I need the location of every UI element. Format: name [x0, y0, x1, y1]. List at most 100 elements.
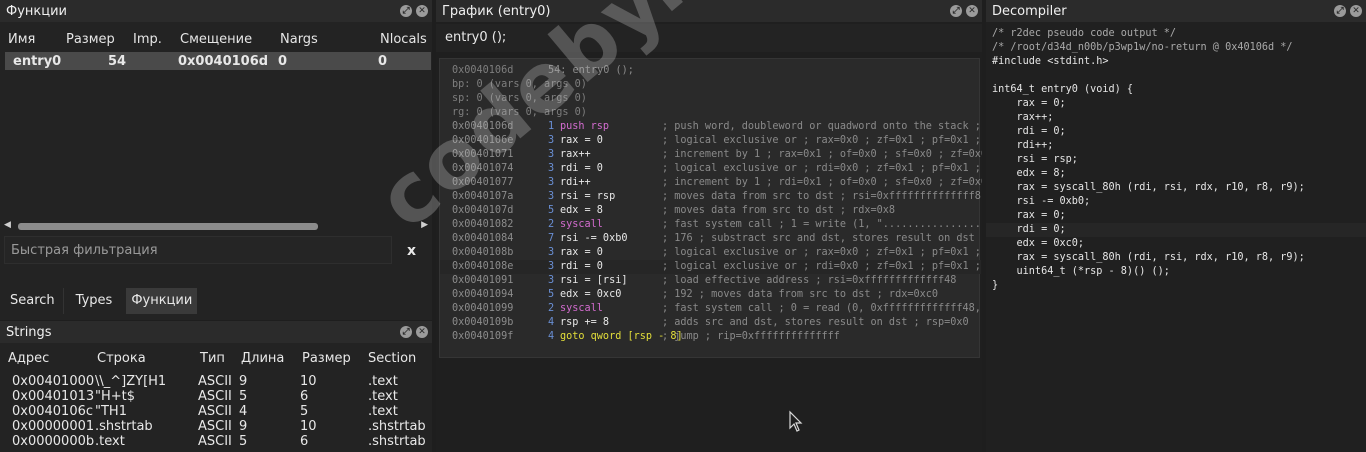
graph-node[interactable]: 0x0040106d 54: entry0 (); bp: 0 (vars 0, a…	[439, 58, 982, 358]
asm-size: 4	[548, 317, 555, 328]
asm-line[interactable]: 0x00401074 3 rdi = 0 ; logical exclusive or…	[440, 162, 981, 176]
asm-size: 3	[548, 149, 555, 160]
table-row[interactable]: entry0 54 0x0040106d 0 0	[5, 52, 431, 70]
asm-size: 4	[548, 331, 555, 342]
decompiler-code[interactable]: /* r2dec pseudo code output */ /* /root/d…	[992, 27, 1305, 293]
asm-comment: ; logical exclusive or ; rdi=0x0 ; zf=0x…	[662, 261, 981, 272]
filter-clear-button[interactable]: x	[407, 243, 416, 259]
col-name[interactable]: Имя	[8, 32, 35, 47]
asm-comment: ; moves data from src to dst ; rsi=0xfff…	[662, 191, 981, 202]
table-cell: 6	[300, 389, 309, 404]
asm-size: 3	[548, 261, 555, 272]
float-icon[interactable]: ⤢	[400, 326, 412, 338]
asm-line[interactable]: 0x00401084 7 rsi -= 0xb0 ; 176 ; substract …	[440, 232, 982, 246]
asm-line[interactable]: 0x0040106e 3 rax = 0 ; logical exclusive or…	[440, 134, 981, 148]
graph-header-addr: rg: 0 (vars 0, args 0)	[452, 107, 587, 118]
table-row[interactable]: 0x0000000b .text ASCII 5 6 .shstrtab	[0, 434, 432, 449]
close-icon[interactable]: ✕	[966, 5, 978, 17]
col-offset[interactable]: Смещение	[180, 32, 252, 47]
code-line: rax = 0;	[992, 210, 1066, 221]
asm-comment: ; push word, doubleword or quadword onto…	[662, 121, 981, 132]
asm-address: 0x0040109f	[452, 331, 514, 342]
asm-address: 0x0040108b	[452, 247, 514, 258]
asm-address: 0x00401082	[452, 219, 514, 230]
asm-comment: ; adds src and dst, stores result on dst…	[662, 317, 969, 328]
asm-comment: ; jump ; rip=0xffffffffffffff	[662, 331, 840, 342]
float-icon[interactable]: ⤢	[1334, 5, 1346, 17]
asm-size: 3	[548, 247, 555, 258]
scrollbar-thumb[interactable]	[18, 223, 318, 230]
code-line: uint64_t (*rsp - 8)() ();	[992, 266, 1170, 277]
code-line: rax = syscall_80h (rdi, rsi, rdx, r10, r…	[992, 252, 1305, 263]
asm-comment: ; 176 ; substract src and dst, stores re…	[662, 233, 982, 244]
asm-address: 0x0040107a	[452, 191, 514, 202]
asm-line[interactable]: 0x00401071 3 rax++ ; increment by 1 ; rax=0…	[440, 148, 982, 162]
col-length[interactable]: Длина	[241, 351, 284, 366]
asm-line[interactable]: 0x00401091 3 rsi = [rsi] ; load effective a…	[440, 274, 981, 288]
tab-search[interactable]: Search	[4, 288, 61, 314]
asm-line[interactable]: 0x0040107a 3 rsi = rsp ; moves data from sr…	[440, 190, 981, 204]
strings-panel: Strings ⤢ ✕ Адрес Строка Тип Длина Размер…	[0, 321, 432, 452]
asm-line[interactable]: 0x0040108e 3 rdi = 0 ; logical exclusive or…	[440, 260, 981, 274]
filter-placeholder: Быстрая фильтрация	[11, 243, 158, 258]
cell-offset: 0x0040106d	[178, 53, 269, 69]
col-string[interactable]: Строка	[97, 351, 146, 366]
tab-types[interactable]: Types	[62, 288, 125, 314]
horizontal-scrollbar[interactable]: ◀ ▶	[4, 220, 430, 232]
tab-functions[interactable]: Функции	[126, 288, 198, 314]
code-line: /* /root/d34d_n00b/p3wp1w/no-return @ 0x…	[992, 42, 1293, 53]
close-icon[interactable]: ✕	[416, 5, 428, 17]
asm-comment: ; load effective address ; rsi=0xfffffff…	[662, 275, 957, 286]
asm-line[interactable]: 0x0040109b 4 rsp += 8 ; adds src and dst, s…	[440, 316, 981, 330]
col-address[interactable]: Адрес	[8, 351, 49, 366]
table-row[interactable]: 0x00401013 "H+t$ ASCII 5 6 .text	[0, 389, 432, 404]
asm-line[interactable]: 0x0040107d 5 edx = 8 ; moves data from src …	[440, 204, 981, 218]
col-imp[interactable]: Imp.	[133, 32, 162, 47]
col-section[interactable]: Section	[368, 351, 416, 366]
scroll-left-icon[interactable]: ◀	[4, 220, 11, 230]
asm-size: 2	[548, 219, 555, 230]
asm-size: 7	[548, 233, 555, 244]
col-size[interactable]: Размер	[66, 32, 115, 47]
code-line: rdi++;	[992, 140, 1054, 151]
functions-titlebar: Функции ⤢ ✕	[0, 0, 432, 22]
asm-line[interactable]: 0x00401077 3 rdi++ ; increment by 1 ; rdi=0…	[440, 176, 982, 190]
float-icon[interactable]: ⤢	[950, 5, 962, 17]
asm-line[interactable]: 0x00401094 5 edx = 0xc0 ; 192 ; moves data …	[440, 288, 981, 302]
col-nlocals[interactable]: Nlocals	[380, 32, 427, 47]
table-row[interactable]: 0x00000001 .shstrtab ASCII 9 10 .shstrtab	[0, 419, 432, 434]
close-icon[interactable]: ✕	[416, 326, 428, 338]
asm-line[interactable]: 0x0040108b 3 rax = 0 ; logical exclusive or…	[440, 246, 981, 260]
asm-instruction: syscall	[560, 219, 603, 230]
close-icon[interactable]: ✕	[1350, 5, 1362, 17]
col-type[interactable]: Тип	[200, 351, 225, 366]
decompiler-title: Decompiler	[992, 3, 1067, 19]
code-line: rax = 0;	[992, 98, 1066, 109]
float-icon[interactable]: ⤢	[400, 5, 412, 17]
table-row[interactable]: 0x00401000 \\_^]ZY[H1 ASCII 9 10 .text	[0, 374, 432, 389]
graph-header-addr: sp: 0 (vars 0, args 0)	[452, 93, 587, 104]
scroll-right-icon[interactable]: ▶	[421, 220, 428, 230]
col-size[interactable]: Размер	[302, 351, 351, 366]
asm-line[interactable]: 0x0040106d 1 push rsp ; push word, doublewo…	[440, 120, 981, 134]
graph-header-line: 0x0040106d 54: entry0 ();	[452, 64, 634, 78]
functions-title: Функции	[6, 3, 67, 19]
asm-address: 0x00401091	[452, 275, 514, 286]
asm-line[interactable]: 0x0040109f 4 goto qword [rsp - 8]; jump ; …	[440, 330, 981, 344]
table-cell: "H+t$	[95, 389, 136, 404]
graph-header-line: sp: 0 (vars 0, args 0)	[452, 92, 587, 106]
table-cell: ASCII	[198, 404, 232, 419]
asm-comment: ; fast system call ; 0 = read (0, 0xffff…	[662, 303, 981, 314]
table-cell: 0x00401013	[12, 389, 95, 404]
asm-instruction: rax = 0	[560, 135, 603, 146]
asm-comment: ; 192 ; moves data from src to dst ; rdx…	[662, 289, 939, 300]
asm-line[interactable]: 0x00401082 2 syscall ; fast system call ; 1…	[440, 218, 981, 232]
col-nargs[interactable]: Nargs	[280, 32, 318, 47]
code-line: edx = 8;	[992, 168, 1066, 179]
asm-line[interactable]: 0x00401099 2 syscall ; fast system call ; 0…	[440, 302, 981, 316]
mouse-cursor-icon	[789, 410, 803, 432]
asm-instruction: rsi = rsp	[560, 191, 616, 202]
asm-size: 3	[548, 191, 555, 202]
table-row[interactable]: 0x0040106c "TH1 ASCII 4 5 .text	[0, 404, 432, 419]
filter-input[interactable]: Быстрая фильтрация	[4, 236, 392, 264]
